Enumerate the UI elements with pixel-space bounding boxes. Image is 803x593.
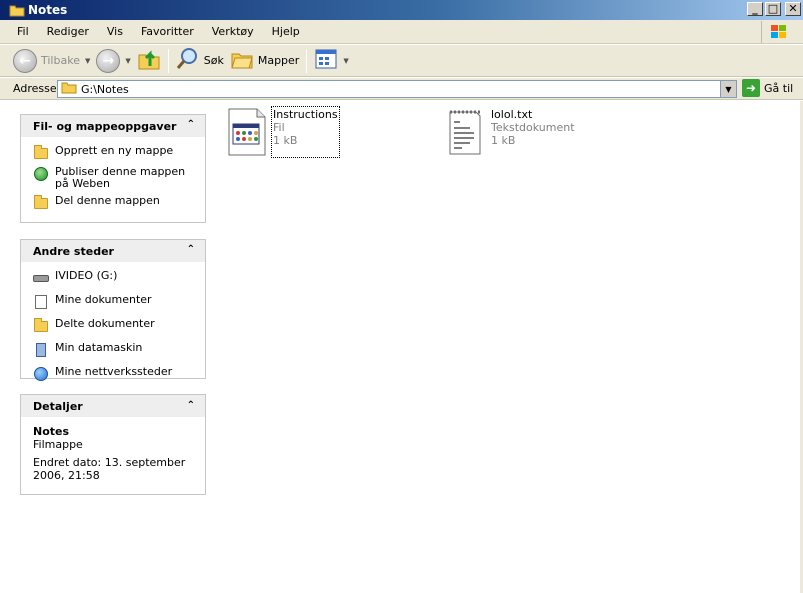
task-publish-web[interactable]: Publiser denne mappen på Weben: [33, 166, 195, 190]
forward-arrow-icon: →: [96, 48, 121, 73]
file-name: Instructions: [273, 108, 338, 121]
pane-header[interactable]: Fil- og mappeoppgaver ⌃: [21, 115, 205, 137]
caption-buttons: _ □ ✕: [747, 2, 801, 16]
file-type: Tekstdokument: [491, 121, 575, 134]
pane-header[interactable]: Andre steder ⌃: [21, 240, 205, 262]
menu-file[interactable]: Fil: [8, 25, 38, 38]
folder-up-icon: [137, 47, 161, 74]
up-button[interactable]: [134, 47, 164, 75]
address-label: Adresse: [13, 82, 57, 95]
file-text: Instructions Fil 1 kB: [271, 106, 340, 158]
window-title: Notes: [28, 3, 68, 17]
minimize-button[interactable]: _: [747, 2, 763, 16]
search-label: Søk: [203, 54, 224, 67]
toolbar: ← Tilbake ▼ → ▼ Søk Mapper ▼: [0, 45, 803, 77]
file-type: Fil: [273, 121, 285, 134]
maximize-button[interactable]: □: [765, 2, 781, 16]
task-new-folder[interactable]: Opprett en ny mappe: [33, 145, 195, 161]
views-button[interactable]: ▼: [311, 47, 351, 75]
file-size: 1 kB: [273, 134, 298, 147]
place-my-documents[interactable]: Mine dokumenter: [33, 294, 195, 310]
folder-icon: [61, 81, 77, 97]
place-label: Min datamaskin: [55, 341, 143, 354]
new-folder-icon: [33, 145, 49, 161]
toolbar-separator: [167, 48, 169, 73]
details-modified: Endret dato: 13. september 2006, 21:58: [33, 456, 186, 482]
place-label: IVIDEO (G:): [55, 269, 118, 282]
menu-help[interactable]: Hjelp: [263, 25, 309, 38]
explorer-main: Fil- og mappeoppgaver ⌃ Opprett en ny ma…: [6, 101, 803, 593]
folder-icon: [9, 4, 25, 17]
task-label: Del denne mappen: [55, 194, 160, 207]
task-share-folder[interactable]: Del denne mappen: [33, 195, 195, 211]
publish-web-icon: [33, 166, 49, 182]
file-folder-tasks-pane: Fil- og mappeoppgaver ⌃ Opprett en ny ma…: [20, 114, 206, 223]
pane-title: Fil- og mappeoppgaver: [33, 119, 177, 133]
application-file-icon: [227, 108, 267, 156]
task-label: Publiser denne mappen på Weben: [55, 165, 186, 190]
place-label: Mine nettverkssteder: [55, 365, 173, 378]
task-label: Opprett en ny mappe: [55, 144, 174, 157]
file-text: lolol.txt Tekstdokument 1 kB: [491, 108, 575, 156]
pane-header[interactable]: Detaljer ⌃: [21, 395, 205, 417]
my-computer-icon: [33, 342, 49, 358]
back-button[interactable]: ← Tilbake ▼: [10, 47, 93, 75]
close-button[interactable]: ✕: [785, 2, 801, 16]
views-icon: [314, 48, 338, 73]
menu-bar: Fil Rediger Vis Favoritter Verktøy Hjelp: [0, 20, 803, 44]
views-dropdown-icon[interactable]: ▼: [343, 57, 348, 65]
go-button[interactable]: ➜ Gå til: [742, 79, 793, 97]
title-bar: Notes _ □ ✕: [0, 0, 803, 20]
task-pane: Fil- og mappeoppgaver ⌃ Opprett en ny ma…: [6, 101, 220, 593]
place-label: Delte dokumenter: [55, 317, 155, 330]
forward-dropdown-icon[interactable]: ▼: [125, 57, 130, 65]
menu-view[interactable]: Vis: [98, 25, 132, 38]
details-name: Notes: [33, 425, 70, 438]
shared-documents-icon: [33, 318, 49, 334]
file-size: 1 kB: [491, 134, 516, 147]
my-documents-icon: [33, 294, 49, 310]
details-pane: Detaljer ⌃ Notes Filmappe Endret dato: 1…: [20, 394, 206, 495]
menu-edit[interactable]: Rediger: [38, 25, 98, 38]
menu-tools[interactable]: Verktøy: [203, 25, 263, 38]
address-input[interactable]: G:\Notes ▼: [57, 80, 737, 98]
details-type: Filmappe: [33, 438, 83, 451]
place-shared-documents[interactable]: Delte dokumenter: [33, 318, 195, 334]
address-dropdown-icon[interactable]: ▼: [720, 81, 736, 97]
file-item-instructions[interactable]: Instructions Fil 1 kB: [227, 106, 340, 158]
menu-favorites[interactable]: Favoritter: [132, 25, 203, 38]
pane-title: Andre steder: [33, 244, 114, 258]
back-label: Tilbake: [41, 54, 80, 67]
folders-label: Mapper: [257, 54, 300, 67]
folders-icon: [230, 47, 254, 74]
collapse-chevron-icon[interactable]: ⌃: [187, 119, 195, 130]
go-label: Gå til: [764, 81, 794, 95]
address-bar: Adresse G:\Notes ▼ ➜ Gå til: [0, 78, 803, 100]
forward-button[interactable]: → ▼: [93, 47, 133, 75]
collapse-chevron-icon[interactable]: ⌃: [187, 399, 195, 412]
search-button[interactable]: Søk: [173, 47, 227, 75]
file-item-lolol[interactable]: lolol.txt Tekstdokument 1 kB: [445, 108, 575, 156]
drive-icon: [33, 270, 49, 286]
windows-logo-icon: [761, 21, 795, 43]
back-dropdown-icon[interactable]: ▼: [85, 57, 90, 65]
toolbar-separator: [306, 48, 308, 73]
place-network[interactable]: Mine nettverkssteder: [33, 366, 195, 382]
address-value: G:\Notes: [81, 82, 129, 96]
other-places-pane: Andre steder ⌃ IVIDEO (G:) Mine dokument…: [20, 239, 206, 382]
go-arrow-icon: ➜: [742, 79, 760, 97]
share-folder-icon: [33, 195, 49, 211]
back-arrow-icon: ←: [13, 48, 37, 73]
folders-button[interactable]: Mapper: [227, 47, 303, 75]
place-drive[interactable]: IVIDEO (G:): [33, 270, 195, 286]
network-places-icon: [33, 366, 49, 382]
text-document-icon: [445, 108, 485, 156]
search-icon: [176, 47, 200, 74]
place-label: Mine dokumenter: [55, 293, 152, 306]
file-name: lolol.txt: [491, 108, 533, 121]
collapse-chevron-icon[interactable]: ⌃: [187, 244, 195, 255]
place-my-computer[interactable]: Min datamaskin: [33, 342, 195, 358]
pane-title: Detaljer: [33, 399, 83, 413]
